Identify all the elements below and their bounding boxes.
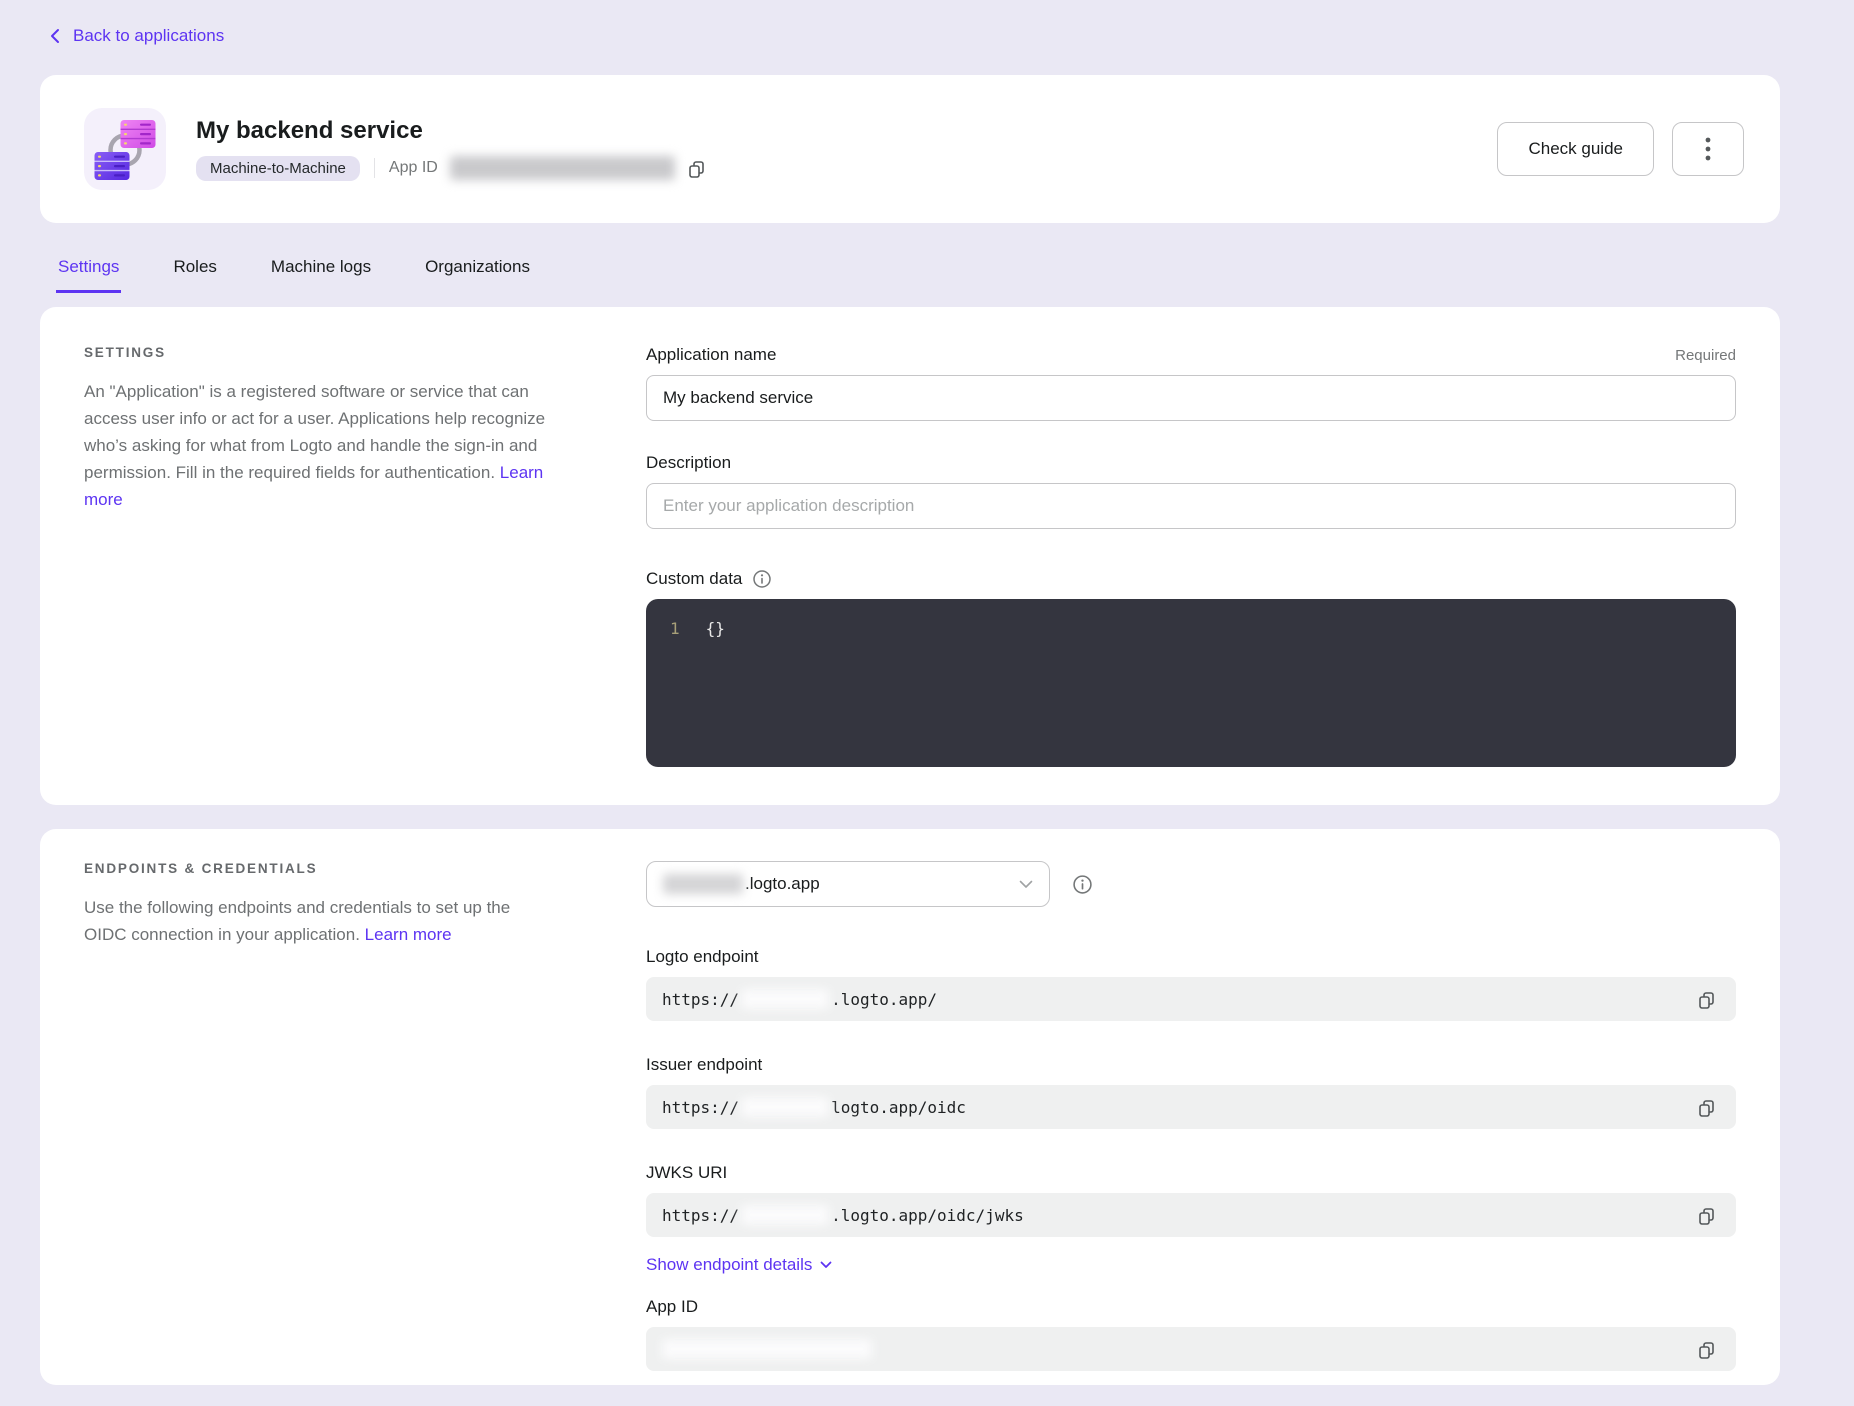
url-suffix: .logto.app/oidc/jwks	[831, 1206, 1024, 1225]
app-header-card: My backend service Machine-to-Machine Ap…	[40, 75, 1780, 223]
custom-data-editor[interactable]: 1 {}	[646, 599, 1736, 767]
url-prefix: https://	[662, 1098, 739, 1117]
issuer-endpoint-field-group: Issuer endpoint https:// logto.app/oidc	[646, 1055, 1736, 1129]
endpoints-learn-more-link[interactable]: Learn more	[365, 925, 452, 944]
app-meta-row: Machine-to-Machine App ID	[196, 155, 710, 182]
description-label: Description	[646, 453, 731, 473]
app-id-value-field	[646, 1327, 1736, 1371]
custom-data-field-group: Custom data 1 {}	[646, 569, 1736, 767]
copy-icon	[1697, 1340, 1716, 1359]
show-endpoint-details-label: Show endpoint details	[646, 1255, 812, 1275]
application-name-input[interactable]	[646, 375, 1736, 421]
show-endpoint-details-link[interactable]: Show endpoint details	[646, 1255, 832, 1275]
tenant-id-redacted-value	[741, 1205, 829, 1225]
app-header-info: My backend service Machine-to-Machine Ap…	[196, 117, 710, 182]
app-id-redacted-value	[450, 156, 675, 180]
custom-data-label: Custom data	[646, 569, 742, 589]
domain-select-row: .logto.app	[646, 861, 1736, 907]
endpoints-card-intro: ENDPOINTS & CREDENTIALS Use the followin…	[84, 861, 546, 1371]
copy-jwks-uri-button[interactable]	[1693, 1202, 1720, 1229]
description-field-group: Description	[646, 453, 1736, 529]
tab-organizations[interactable]: Organizations	[423, 257, 532, 293]
tenant-id-redacted-value	[741, 1097, 829, 1117]
info-icon[interactable]	[752, 569, 772, 589]
jwks-uri-value-field: https:// .logto.app/oidc/jwks	[646, 1193, 1736, 1237]
endpoints-section-description: Use the following endpoints and credenti…	[84, 894, 546, 948]
tab-roles[interactable]: Roles	[171, 257, 218, 293]
settings-form: Application name Required Description Cu…	[646, 345, 1736, 767]
app-id-label: App ID	[389, 159, 438, 177]
editor-code-content: {}	[706, 619, 725, 638]
copy-app-id-button[interactable]	[683, 155, 710, 182]
info-icon[interactable]	[1072, 874, 1093, 895]
kebab-menu-icon	[1705, 136, 1711, 162]
url-suffix: logto.app/oidc	[831, 1098, 966, 1117]
description-input[interactable]	[646, 483, 1736, 529]
machine-to-machine-app-icon	[84, 108, 166, 190]
editor-line-number: 1	[670, 619, 680, 638]
url-suffix: .logto.app/	[831, 990, 937, 1009]
domain-suffix: .logto.app	[745, 874, 820, 894]
tab-settings[interactable]: Settings	[56, 257, 121, 293]
back-link-label: Back to applications	[73, 26, 224, 46]
settings-section-description: An "Application" is a registered softwar…	[84, 378, 546, 513]
endpoints-section-heading: ENDPOINTS & CREDENTIALS	[84, 861, 546, 876]
app-id-field-group: App ID	[646, 1297, 1736, 1371]
endpoints-credentials-card: ENDPOINTS & CREDENTIALS Use the followin…	[40, 829, 1780, 1385]
app-tabs: Settings Roles Machine logs Organization…	[40, 257, 1780, 293]
application-name-label: Application name	[646, 345, 776, 365]
header-actions: Check guide	[1497, 122, 1744, 176]
logto-endpoint-value-field: https:// .logto.app/	[646, 977, 1736, 1021]
copy-icon	[1697, 990, 1716, 1009]
settings-card: SETTINGS An "Application" is a registere…	[40, 307, 1780, 805]
application-details-page: Back to applications	[0, 0, 1854, 1385]
url-prefix: https://	[662, 990, 739, 1009]
chevron-down-icon	[1019, 880, 1033, 889]
copy-issuer-endpoint-button[interactable]	[1693, 1094, 1720, 1121]
meta-divider	[374, 158, 375, 178]
required-hint: Required	[1675, 347, 1736, 364]
chevron-down-icon	[820, 1261, 832, 1269]
endpoints-form: .logto.app Logto endpoint https://	[646, 861, 1736, 1371]
jwks-uri-label: JWKS URI	[646, 1163, 727, 1182]
settings-description-text: An "Application" is a registered softwar…	[84, 382, 545, 482]
tenant-id-redacted-value	[663, 874, 743, 894]
chevron-left-icon	[48, 28, 63, 44]
logto-endpoint-label: Logto endpoint	[646, 947, 759, 966]
app-id-field-label: App ID	[646, 1297, 698, 1316]
copy-app-id-value-button[interactable]	[1693, 1336, 1720, 1363]
app-type-badge: Machine-to-Machine	[196, 156, 360, 181]
copy-logto-endpoint-button[interactable]	[1693, 986, 1720, 1013]
url-prefix: https://	[662, 1206, 739, 1225]
application-name-field-group: Application name Required	[646, 345, 1736, 421]
settings-card-intro: SETTINGS An "Application" is a registere…	[84, 345, 546, 767]
settings-section-heading: SETTINGS	[84, 345, 546, 360]
logto-endpoint-field-group: Logto endpoint https:// .logto.app/	[646, 947, 1736, 1021]
app-title: My backend service	[196, 117, 710, 145]
more-actions-button[interactable]	[1672, 122, 1744, 176]
issuer-endpoint-label: Issuer endpoint	[646, 1055, 762, 1074]
tenant-id-redacted-value	[741, 989, 829, 1009]
jwks-uri-field-group: JWKS URI https:// .logto.app/oidc/jwks	[646, 1163, 1736, 1237]
copy-icon	[687, 159, 706, 178]
app-id-redacted-value	[662, 1339, 872, 1359]
domain-select[interactable]: .logto.app	[646, 861, 1050, 907]
tab-machine-logs[interactable]: Machine logs	[269, 257, 373, 293]
check-guide-button[interactable]: Check guide	[1497, 122, 1654, 176]
copy-icon	[1697, 1098, 1716, 1117]
copy-icon	[1697, 1206, 1716, 1225]
issuer-endpoint-value-field: https:// logto.app/oidc	[646, 1085, 1736, 1129]
back-to-applications-link[interactable]: Back to applications	[48, 26, 224, 46]
